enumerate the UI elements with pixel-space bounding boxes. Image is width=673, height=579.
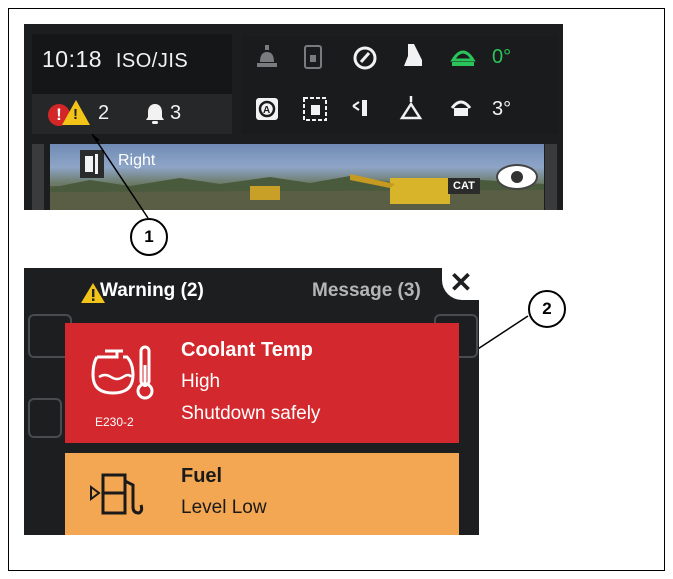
- callout-1: 1: [130, 218, 168, 256]
- alert-title: Fuel: [181, 465, 223, 487]
- coolant-temp-icon: [91, 345, 154, 400]
- alert-title: Coolant Temp: [181, 339, 313, 361]
- error-code: E230-2: [95, 415, 134, 429]
- callout-2: 2: [528, 290, 566, 328]
- alert-card-fuel[interactable]: Fuel Level Low: [65, 453, 459, 535]
- close-button[interactable]: ✕: [442, 268, 479, 300]
- fuel-pump-icon: [90, 473, 144, 515]
- tab-message[interactable]: Message (3): [312, 280, 421, 302]
- tab-warning[interactable]: Warning (2): [100, 280, 204, 302]
- alerts-popup: Warning (2) Message (3) ✕ E230-2 Coolant…: [24, 268, 479, 535]
- background-fuel-icon: [28, 398, 62, 438]
- alert-detail: Level Low: [181, 497, 267, 518]
- alert-action: Shutdown safely: [181, 403, 321, 424]
- alert-card-coolant[interactable]: E230-2 Coolant Temp High Shutdown safely: [65, 323, 459, 443]
- alert-detail: High: [181, 371, 221, 392]
